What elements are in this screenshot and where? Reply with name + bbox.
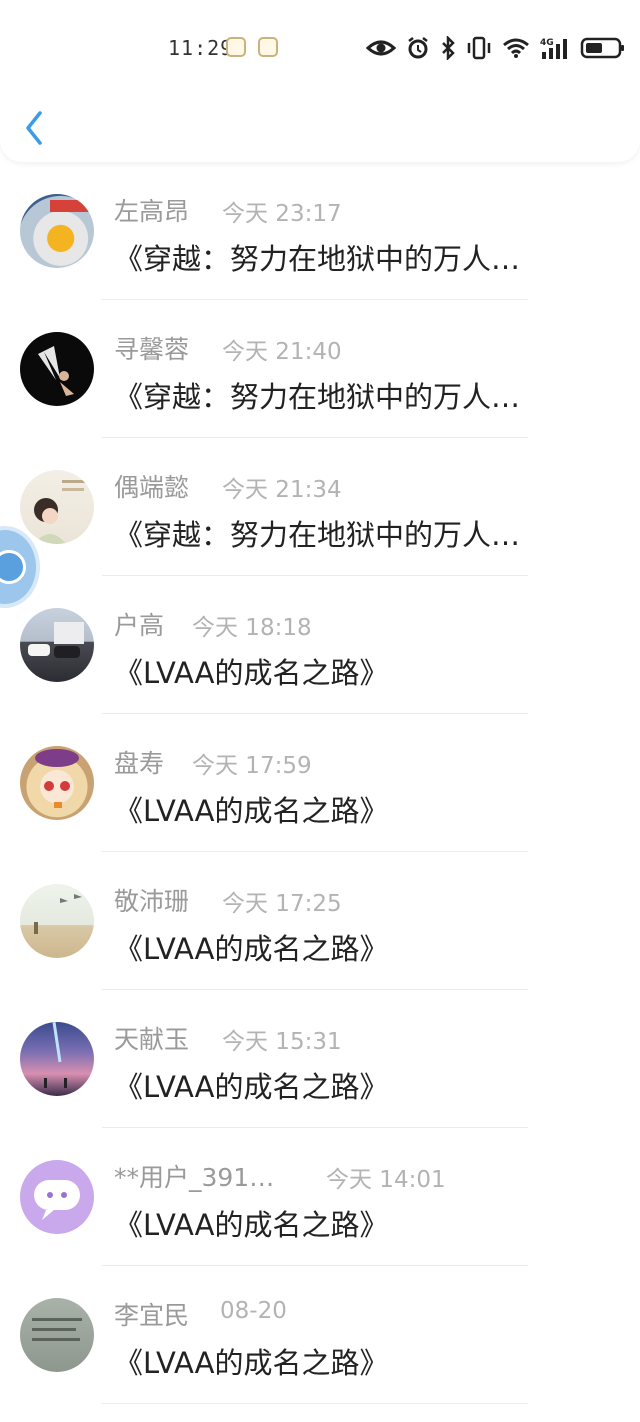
comment-message: 《穿越：努力在地狱中的万人… <box>114 380 521 414</box>
eye-icon <box>366 40 396 56</box>
avatar[interactable] <box>20 746 94 820</box>
divider <box>102 1403 528 1404</box>
alarm-icon <box>408 37 428 59</box>
comment-message: 《LVAA的成名之路》 <box>114 794 389 828</box>
avatar[interactable] <box>20 1022 94 1096</box>
wifi-icon <box>503 38 529 58</box>
list-item[interactable]: **用户_391… 今天 14:01 《LVAA的成名之路》 <box>0 1128 640 1266</box>
avatar[interactable] <box>20 884 94 958</box>
assist-icon <box>0 550 26 584</box>
list-item[interactable]: 盘寿 今天 17:59 《LVAA的成名之路》 <box>0 714 640 852</box>
comment-message: 《LVAA的成名之路》 <box>114 1070 389 1104</box>
status-time: 11:29 <box>168 36 234 60</box>
list-item[interactable]: 天献玉 今天 15:31 《LVAA的成名之路》 <box>0 990 640 1128</box>
commenter-name: 敬沛珊 <box>114 887 190 916</box>
status-bar: 11:29 4G <box>0 28 640 68</box>
comment-message: 《LVAA的成名之路》 <box>114 1346 389 1380</box>
svg-text:4G: 4G <box>540 38 554 48</box>
comment-message: 《LVAA的成名之路》 <box>114 1208 389 1242</box>
comment-date: 今天 23:17 <box>222 201 342 227</box>
avatar[interactable] <box>20 1298 94 1372</box>
list-item[interactable]: 户高 今天 18:18 《LVAA的成名之路》 <box>0 576 640 714</box>
comment-date: 今天 15:31 <box>222 1029 342 1055</box>
comment-message: 《穿越：努力在地狱中的万人… <box>114 518 521 552</box>
comment-date: 08-20 <box>220 1298 287 1324</box>
commenter-name: 盘寿 <box>114 749 165 778</box>
comment-date: 今天 14:01 <box>326 1167 446 1193</box>
commenter-name: 天献玉 <box>114 1025 190 1054</box>
comment-list: 左高昂 今天 23:17 《穿越：努力在地狱中的万人… 寻馨蓉 今天 21:40… <box>0 162 640 1404</box>
commenter-name: 左高昂 <box>114 197 190 226</box>
list-item[interactable]: 寻馨蓉 今天 21:40 《穿越：努力在地狱中的万人… <box>0 300 640 438</box>
list-item[interactable]: 敬沛珊 今天 17:25 《LVAA的成名之路》 <box>0 852 640 990</box>
vibrate-icon <box>467 36 491 60</box>
list-item[interactable]: 李宜民 08-20 《LVAA的成名之路》 <box>0 1266 640 1404</box>
comment-date: 今天 18:18 <box>192 615 312 641</box>
back-arrow-icon[interactable] <box>22 108 46 148</box>
list-item[interactable]: 偶端懿 今天 21:34 《穿越：努力在地狱中的万人… <box>0 438 640 576</box>
comment-message: 《LVAA的成名之路》 <box>114 932 389 966</box>
list-item[interactable]: 左高昂 今天 23:17 《穿越：努力在地狱中的万人… <box>0 162 640 300</box>
avatar[interactable] <box>20 1160 94 1234</box>
commenter-name: 偶端懿 <box>114 473 190 502</box>
commenter-name: 寻馨蓉 <box>114 335 190 364</box>
avatar[interactable] <box>20 194 94 268</box>
commenter-name: **用户_391… <box>114 1163 275 1192</box>
comment-date: 今天 17:59 <box>192 753 312 779</box>
avatar[interactable] <box>20 332 94 406</box>
comment-message: 《LVAA的成名之路》 <box>114 656 389 690</box>
notification-icon <box>226 37 246 57</box>
status-icons: 4G <box>366 34 626 62</box>
avatar[interactable] <box>20 608 94 682</box>
notification-icon <box>258 37 278 57</box>
avatar[interactable] <box>20 470 94 544</box>
commenter-name: 户高 <box>114 611 165 640</box>
comment-date: 今天 17:25 <box>222 891 342 917</box>
comment-date: 今天 21:40 <box>222 339 342 365</box>
commenter-name: 李宜民 <box>114 1301 190 1330</box>
comment-message: 《穿越：努力在地狱中的万人… <box>114 242 521 276</box>
bluetooth-icon <box>442 36 455 60</box>
comment-date: 今天 21:34 <box>222 477 342 503</box>
signal-4g-icon: 4G <box>540 38 567 59</box>
top-header: 11:29 4G <box>0 0 640 162</box>
battery-icon <box>580 37 624 59</box>
